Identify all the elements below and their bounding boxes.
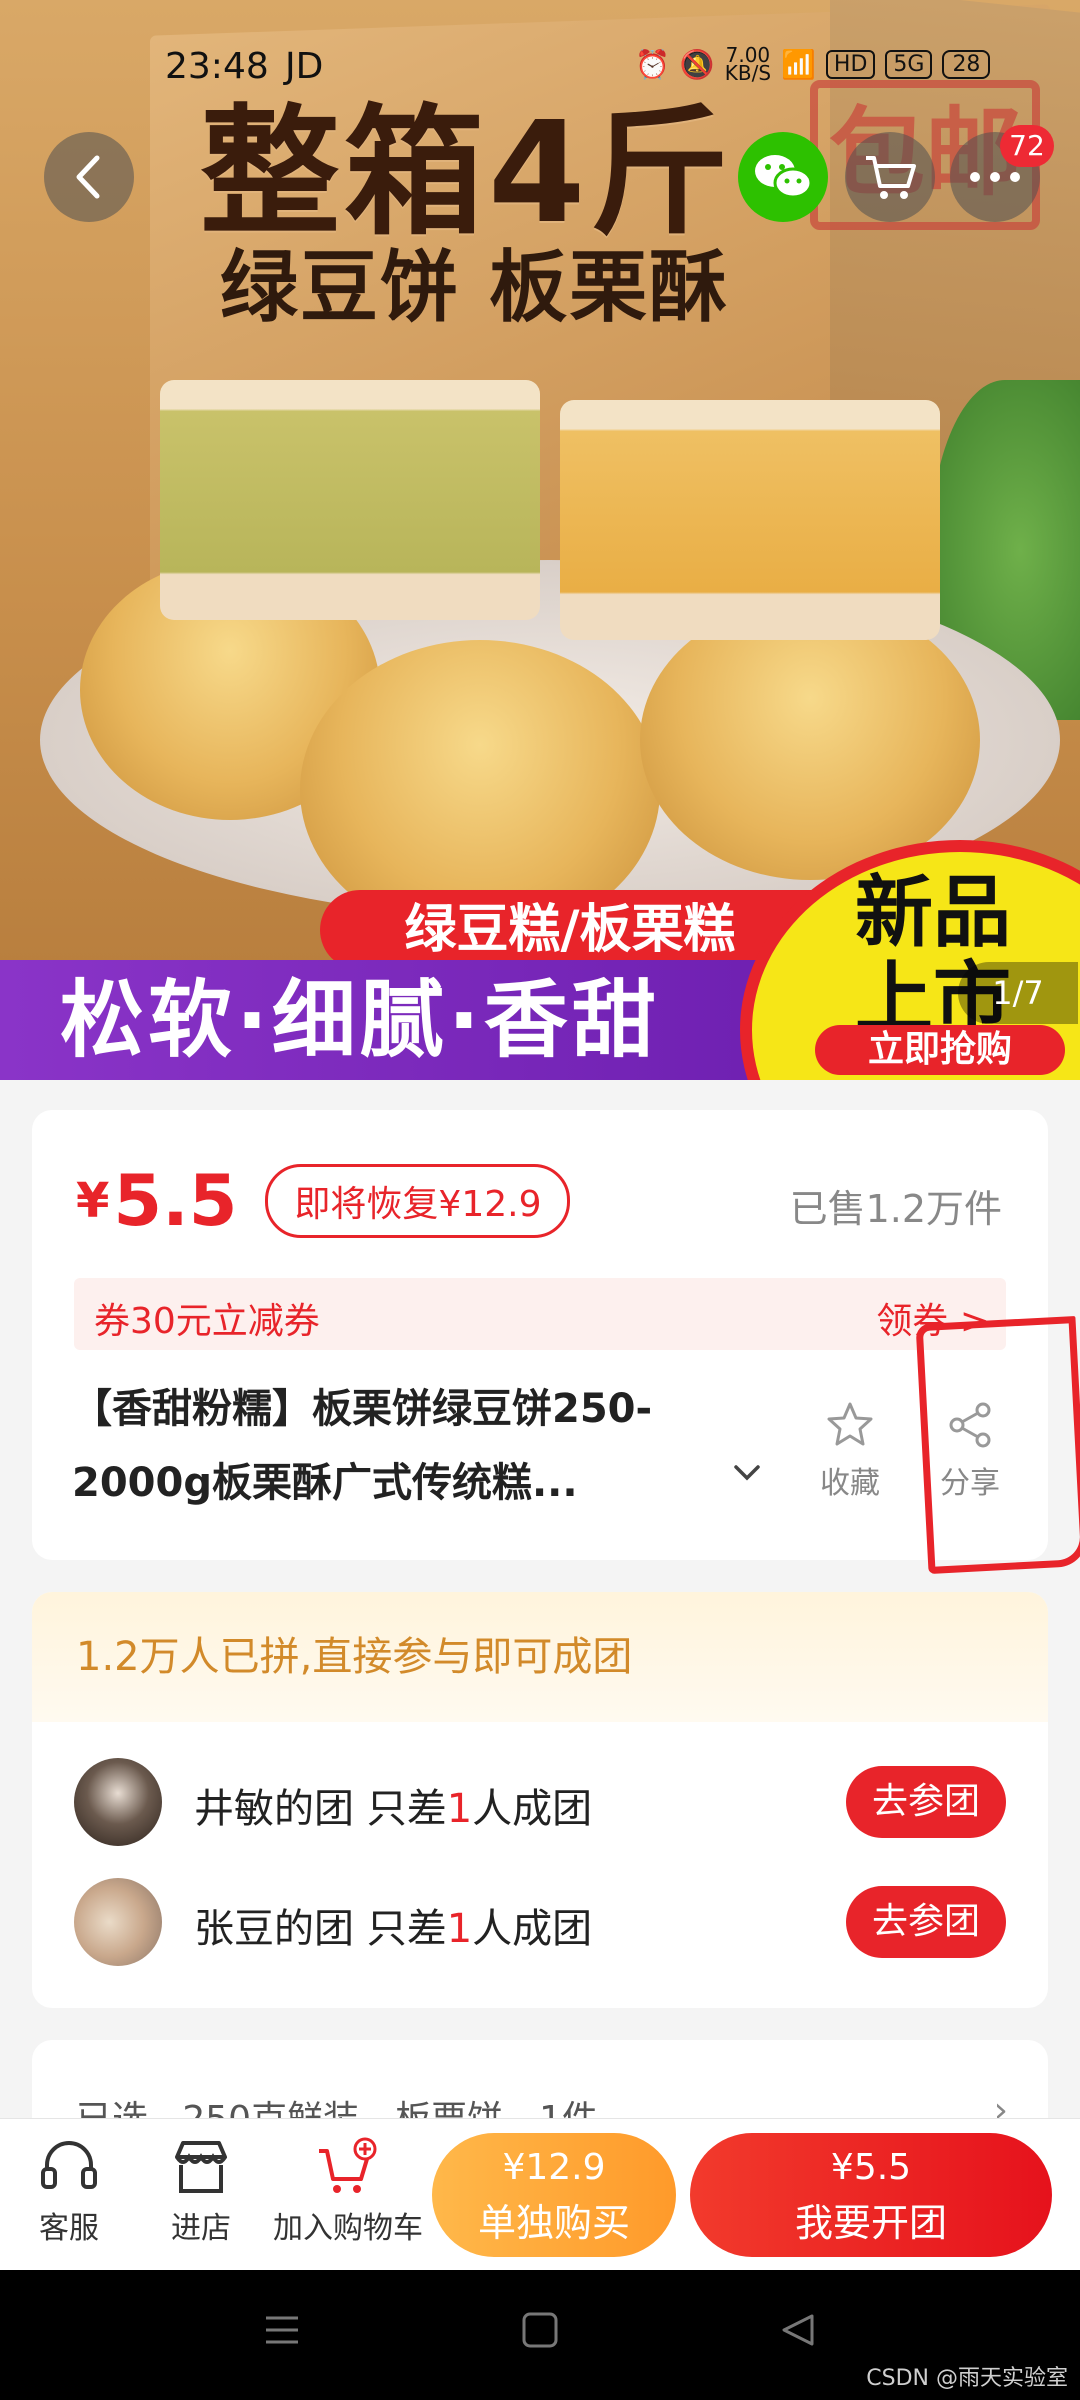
solo-label: 单独购买	[477, 2201, 630, 2245]
group-owner-text: 张豆的团 只差	[194, 1906, 447, 1952]
home-icon[interactable]	[520, 2310, 560, 2350]
back-triangle-icon[interactable]	[778, 2310, 818, 2350]
annotation-highlight	[915, 1315, 1080, 1575]
service-label: 客服	[39, 2211, 99, 2246]
favorite-label: 收藏	[820, 1466, 880, 1501]
mute-icon: 🔕	[679, 47, 715, 81]
star-icon	[827, 1402, 873, 1446]
bottom-action-bar: 客服 进店 加入购物车 ¥12.9 单独购买 ¥5.5 我要开团	[0, 2118, 1080, 2270]
expand-title-button[interactable]	[732, 1452, 762, 1492]
missing-count: 1	[446, 1786, 473, 1832]
cake-cut-illustration	[160, 380, 540, 620]
store-label: 进店	[171, 2211, 231, 2246]
wechat-icon	[755, 155, 813, 199]
solo-price: ¥12.9	[502, 2147, 606, 2188]
avatar	[74, 1878, 162, 1966]
coupon-bar[interactable]: 券30元立减券 领券 >	[74, 1278, 1006, 1350]
join-group-button[interactable]: 去参团	[846, 1766, 1006, 1838]
wechat-share-button[interactable]	[738, 132, 828, 222]
page-indicator: 1/7	[958, 962, 1078, 1024]
group-price: ¥5.5	[830, 2147, 912, 2188]
favorite-button[interactable]: 收藏	[800, 1400, 900, 1502]
add-cart-icon	[319, 2137, 377, 2193]
group-owner-text: 井敏的团 只差	[194, 1786, 447, 1832]
missing-count: 1	[446, 1906, 473, 1952]
current-price: 5.5	[113, 1160, 238, 1242]
cake-cut-illustration	[560, 400, 940, 640]
status-carrier: JD	[285, 46, 324, 87]
restore-price-tag: 即将恢复¥12.9	[265, 1164, 571, 1238]
coupon-text: 券30元立减券	[94, 1301, 320, 1342]
store-icon	[175, 2141, 227, 2193]
currency-symbol: ¥	[76, 1173, 110, 1229]
buy-alone-button[interactable]: ¥12.9 单独购买	[432, 2133, 676, 2257]
wifi-icon: 📶	[781, 47, 816, 81]
customer-service-button[interactable]: 客服	[24, 2137, 114, 2247]
group-status: 井敏的团 只差1人成团	[194, 1776, 592, 1834]
group-buy-header: 1.2万人已拼,直接参与即可成团	[32, 1592, 1048, 1722]
status-time: 23:48	[165, 46, 269, 87]
price-row: ¥ 5.5 即将恢复¥12.9	[76, 1160, 571, 1242]
product-info-card: ¥ 5.5 即将恢复¥12.9 已售1.2万件 券30元立减券 领券 > 【香甜…	[32, 1110, 1048, 1560]
headset-icon	[41, 2141, 97, 2189]
status-icons: ⏰ 🔕 7.00 KB/S 📶 HD 5G 28	[635, 43, 991, 85]
shopping-cart-icon	[866, 156, 916, 199]
add-cart-label: 加入购物车	[273, 2211, 423, 2246]
menu-icon[interactable]	[262, 2310, 302, 2350]
add-to-cart-button[interactable]: 加入购物车	[268, 2137, 428, 2247]
network-speed: 7.00 KB/S	[724, 43, 772, 85]
cake-illustration	[640, 600, 980, 880]
flavor-strip: 绿豆糕/板栗糕	[320, 890, 820, 970]
hero-subtitle: 绿豆饼 板栗酥	[220, 243, 730, 333]
feature-banner: 松软·细腻·香甜	[0, 960, 820, 1080]
network-type: 5G	[885, 49, 933, 79]
group-buy-card: 1.2万人已拼,直接参与即可成团 井敏的团 只差1人成团 去参团 张豆的团 只差…	[32, 1592, 1048, 2008]
chevron-down-icon	[734, 1465, 760, 1481]
back-button[interactable]	[44, 132, 134, 222]
group-suffix: 人成团	[472, 1786, 593, 1832]
battery-icon: 28	[942, 49, 991, 79]
more-dots-icon	[970, 172, 1020, 182]
buy-now-tag: 立即抢购	[815, 1025, 1065, 1075]
group-status: 张豆的团 只差1人成团	[194, 1896, 592, 1954]
chevron-left-icon	[76, 155, 100, 199]
store-button[interactable]: 进店	[156, 2137, 246, 2247]
join-group-button[interactable]: 去参团	[846, 1886, 1006, 1958]
start-group-button[interactable]: ¥5.5 我要开团	[690, 2133, 1052, 2257]
sold-count: 已售1.2万件	[789, 1187, 1002, 1231]
group-row: 张豆的团 只差1人成团 去参团	[32, 1862, 1048, 1982]
group-label: 我要开团	[794, 2201, 947, 2245]
group-suffix: 人成团	[472, 1906, 593, 1952]
cart-button[interactable]	[845, 132, 935, 222]
cart-count-badge: 72	[1000, 125, 1054, 167]
watermark: CSDN @雨天实验室	[866, 2366, 1068, 2391]
alarm-icon: ⏰	[635, 47, 670, 81]
avatar	[74, 1758, 162, 1846]
hd-badge: HD	[825, 49, 876, 79]
product-title: 【香甜粉糯】板栗饼绿豆饼250-2000g板栗酥广式传统糕...	[72, 1386, 653, 1506]
system-navigation-bar: CSDN @雨天实验室	[0, 2270, 1080, 2400]
status-bar: 23:48 JD ⏰ 🔕 7.00 KB/S 📶 HD 5G 28	[0, 40, 1080, 100]
group-row: 井敏的团 只差1人成团 去参团	[32, 1742, 1048, 1862]
